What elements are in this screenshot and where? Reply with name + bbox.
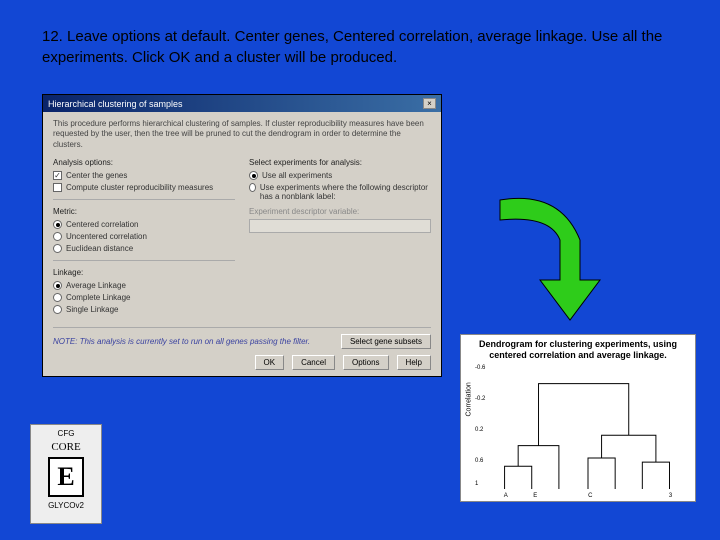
clustering-dialog: Hierarchical clustering of samples × Thi… bbox=[42, 94, 442, 377]
compute-repro-label: Compute cluster reproducibility measures bbox=[66, 183, 213, 192]
ytick: 0.2 bbox=[475, 427, 483, 433]
ok-button[interactable]: OK bbox=[255, 355, 285, 370]
use-all-option[interactable]: Use all experiments bbox=[249, 171, 431, 180]
complete-linkage-label: Complete Linkage bbox=[66, 293, 130, 302]
dialog-title: Hierarchical clustering of samples bbox=[48, 99, 183, 109]
xlabel: C bbox=[588, 493, 592, 499]
dendrogram-chart: Dendrogram for clustering experiments, u… bbox=[460, 334, 696, 502]
use-where-option[interactable]: Use experiments where the following desc… bbox=[249, 183, 431, 201]
exp-desc-label: Experiment descriptor variable: bbox=[249, 207, 431, 216]
xlabel: A bbox=[504, 493, 508, 499]
dialog-body: This procedure performs hierarchical clu… bbox=[43, 112, 441, 376]
right-column: Select experiments for analysis: Use all… bbox=[249, 158, 431, 317]
use-all-label: Use all experiments bbox=[262, 171, 332, 180]
metric-label: Metric: bbox=[53, 207, 235, 216]
cancel-button[interactable]: Cancel bbox=[292, 355, 335, 370]
help-button[interactable]: Help bbox=[397, 355, 431, 370]
compute-repro-option[interactable]: Compute cluster reproducibility measures bbox=[53, 183, 235, 192]
radio-icon[interactable] bbox=[53, 244, 62, 253]
center-genes-label: Center the genes bbox=[66, 171, 127, 180]
logo-bottom: GLYCOv2 bbox=[35, 501, 97, 510]
euclidean-label: Euclidean distance bbox=[66, 244, 133, 253]
linkage-label: Linkage: bbox=[53, 268, 235, 277]
single-linkage-option[interactable]: Single Linkage bbox=[53, 305, 235, 314]
radio-icon[interactable] bbox=[249, 183, 256, 192]
centered-corr-option[interactable]: Centered correlation bbox=[53, 220, 235, 229]
xlabel: 3 bbox=[669, 493, 672, 499]
checkbox-icon[interactable] bbox=[53, 183, 62, 192]
radio-icon[interactable] bbox=[53, 281, 62, 290]
dendrogram-lines bbox=[491, 365, 685, 489]
use-where-label: Use experiments where the following desc… bbox=[260, 183, 431, 201]
xlabel: E bbox=[533, 493, 537, 499]
radio-icon[interactable] bbox=[53, 293, 62, 302]
complete-linkage-option[interactable]: Complete Linkage bbox=[53, 293, 235, 302]
y-axis-label: Correlation bbox=[466, 382, 473, 416]
logo-core: CORE bbox=[35, 441, 97, 453]
avg-linkage-label: Average Linkage bbox=[66, 281, 126, 290]
dendrogram-plot: Correlation -0.6 -0.2 0.2 0.6 1 A E C 3 bbox=[491, 365, 685, 489]
euclidean-option[interactable]: Euclidean distance bbox=[53, 244, 235, 253]
dialog-titlebar: Hierarchical clustering of samples × bbox=[43, 95, 441, 112]
centered-corr-label: Centered correlation bbox=[66, 220, 138, 229]
avg-linkage-option[interactable]: Average Linkage bbox=[53, 281, 235, 290]
dendrogram-title: Dendrogram for clustering experiments, u… bbox=[465, 339, 691, 361]
ytick: 0.6 bbox=[475, 458, 483, 464]
options-button[interactable]: Options bbox=[343, 355, 389, 370]
uncentered-corr-label: Uncentered correlation bbox=[66, 232, 147, 241]
x-axis-labels: A E C 3 bbox=[491, 493, 685, 499]
radio-icon[interactable] bbox=[53, 232, 62, 241]
exp-desc-field bbox=[249, 219, 431, 233]
arrow-icon bbox=[480, 180, 620, 330]
uncentered-corr-option[interactable]: Uncentered correlation bbox=[53, 232, 235, 241]
radio-icon[interactable] bbox=[249, 171, 258, 180]
logo-letter: E bbox=[48, 457, 84, 497]
logo-top: CFG bbox=[35, 429, 97, 438]
ytick: -0.6 bbox=[475, 365, 485, 371]
checkbox-icon[interactable] bbox=[53, 171, 62, 180]
center-genes-option[interactable]: Center the genes bbox=[53, 171, 235, 180]
note-text: NOTE: This analysis is currently set to … bbox=[53, 337, 337, 346]
cfg-logo: CFG CORE E GLYCOv2 bbox=[30, 424, 102, 524]
radio-icon[interactable] bbox=[53, 305, 62, 314]
single-linkage-label: Single Linkage bbox=[66, 305, 118, 314]
dialog-description: This procedure performs hierarchical clu… bbox=[53, 119, 431, 150]
close-icon[interactable]: × bbox=[423, 98, 436, 109]
left-column: Analysis options: Center the genes Compu… bbox=[53, 158, 235, 317]
analysis-options-label: Analysis options: bbox=[53, 158, 235, 167]
radio-icon[interactable] bbox=[53, 220, 62, 229]
ytick: 1 bbox=[475, 481, 478, 487]
select-gene-subsets-button[interactable]: Select gene subsets bbox=[341, 334, 431, 349]
instruction-text: 12. Leave options at default. Center gen… bbox=[42, 26, 672, 68]
select-experiments-label: Select experiments for analysis: bbox=[249, 158, 431, 167]
ytick: -0.2 bbox=[475, 396, 485, 402]
